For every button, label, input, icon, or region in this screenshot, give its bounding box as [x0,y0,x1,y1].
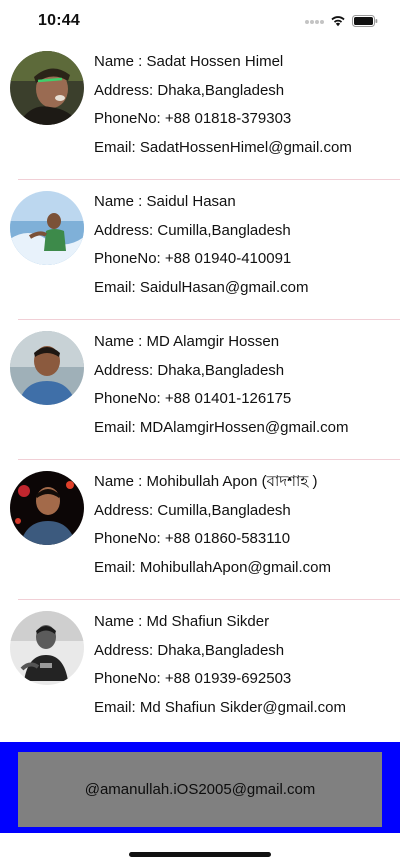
contact-address: Address: Dhaka,Bangladesh [94,641,285,659]
contact-name: Name : Saidul Hasan [94,193,236,210]
home-indicator[interactable] [129,852,271,857]
contact-info: Name : MD Alamgir Hossen Address: Dhaka,… [94,332,394,446]
battery-icon [352,15,378,27]
profile-photo-icon [10,331,84,405]
contact-phone: PhoneNo: +88 01818-379303 [94,110,292,127]
avatar [10,51,84,125]
contact-info: Name : Sadat Hossen Himel Address: Dhaka… [94,52,394,166]
avatar [10,331,84,405]
contact-name: Name : Sadat Hossen Himel [94,53,284,70]
contact-name: Name : Mohibullah Apon (বাদশাহ ) [94,473,318,490]
avatar [10,191,84,265]
status-time: 10:44 [38,12,80,29]
contact-name: Name : MD Alamgir Hossen [94,333,280,350]
contact-info: Name : Md Shafiun Sikder Address: Dhaka,… [94,612,394,726]
contact-email: Email: SaidulHasan@gmail.com [94,278,309,296]
contact-address: Address: Dhaka,Bangladesh [94,361,285,379]
profile-photo-icon [10,51,84,125]
contact-info: Name : Saidul Hasan Address: Cumilla,Ban… [94,192,394,306]
contact-name: Name : Md Shafiun Sikder [94,613,270,630]
avatar [10,611,84,685]
contact-phone: PhoneNo: +88 01860-583110 [94,530,291,547]
screen: 10:44 Name: Sadat Hossen Himel Address:… [0,0,400,865]
contact-address: Address: Cumilla,Bangladesh [94,501,291,519]
avatar [10,471,84,545]
wifi-icon [331,16,345,27]
contact-row[interactable]: Name : MD Alamgir Hossen Address: Dhaka,… [0,320,400,460]
contact-row[interactable]: Name : Sadat Hossen Himel Address: Dhaka… [0,40,400,180]
footer-panel: @amanullah.iOS2005@gmail.com [18,752,382,827]
contact-row[interactable]: Name : Mohibullah Apon (বাদশাহ ) Address… [0,460,400,600]
contact-email: Email: MDAlamgirHossen@gmail.com [94,418,349,436]
contact-email: Email: MohibullahApon@gmail.com [94,558,331,576]
contact-row[interactable]: Name : Md Shafiun Sikder Address: Dhaka,… [0,600,400,740]
contact-address: Address: Dhaka,Bangladesh [94,81,285,99]
contact-list[interactable]: Name : Sadat Hossen Himel Address: Dhaka… [0,40,400,740]
status-bar: 10:44 [0,0,400,44]
contact-email: Email: SadatHossenHimel@gmail.com [94,138,352,156]
contact-email: Email: Md Shafiun Sikder@gmail.com [94,698,346,716]
footer-band: @amanullah.iOS2005@gmail.com [0,742,400,833]
contact-row[interactable]: Name : Saidul Hasan Address: Cumilla,Ban… [0,180,400,320]
profile-photo-icon [10,471,84,545]
contact-phone: PhoneNo: +88 01939-692503 [94,670,292,687]
contact-info: Name : Mohibullah Apon (বাদশাহ ) Address… [94,472,394,586]
signal-dots-icon [305,20,325,25]
contact-phone: PhoneNo: +88 01401-126175 [94,390,292,407]
contact-phone: PhoneNo: +88 01940-410091 [94,250,292,267]
profile-photo-icon [10,611,84,685]
contact-address: Address: Cumilla,Bangladesh [94,221,291,239]
profile-photo-icon [10,191,84,265]
footer-email: @amanullah.iOS2005@gmail.com [84,781,316,798]
